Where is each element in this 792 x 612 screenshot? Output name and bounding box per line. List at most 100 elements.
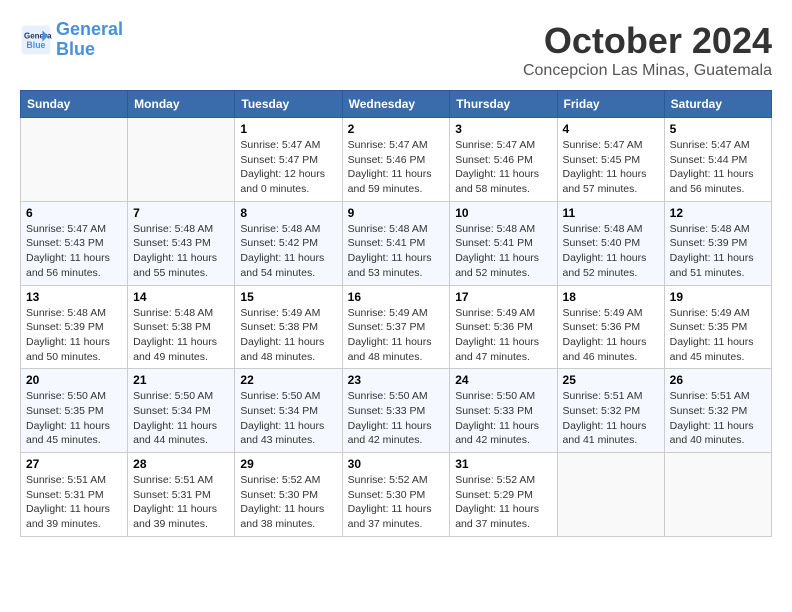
- day-number: 5: [670, 122, 766, 136]
- day-number: 25: [563, 373, 659, 387]
- calendar-week-row: 13 Sunrise: 5:48 AMSunset: 5:39 PMDayligh…: [21, 285, 772, 369]
- calendar-cell: 23 Sunrise: 5:50 AMSunset: 5:33 PMDayligh…: [342, 369, 450, 453]
- day-info: Sunrise: 5:52 AMSunset: 5:30 PMDaylight:…: [240, 473, 336, 532]
- calendar-cell: 29Sunrise: 5:52 AMSunset: 5:30 PMDayligh…: [235, 453, 342, 537]
- logo: General Blue GeneralBlue: [20, 20, 123, 60]
- day-info: Sunrise: 5:47 AMSunset: 5:44 PMDaylight:…: [670, 138, 766, 197]
- day-info: Sunrise: 5:47 AMSunset: 5:43 PMDaylight:…: [26, 222, 122, 281]
- day-number: 19: [670, 290, 766, 304]
- day-info: Sunrise: 5:48 AMSunset: 5:38 PMDaylight:…: [133, 306, 229, 365]
- page-header: General Blue GeneralBlue October 2024 Co…: [20, 20, 772, 80]
- day-info: Sunrise: 5:51 AMSunset: 5:31 PMDaylight:…: [133, 473, 229, 532]
- calendar-cell: 18 Sunrise: 5:49 AMSunset: 5:36 PMDayligh…: [557, 285, 664, 369]
- day-info: Sunrise: 5:47 AMSunset: 5:46 PMDaylight:…: [455, 138, 551, 197]
- day-info: Sunrise: 5:47 AMSunset: 5:47 PMDaylight:…: [240, 138, 336, 197]
- calendar-cell: 27Sunrise: 5:51 AMSunset: 5:31 PMDayligh…: [21, 453, 128, 537]
- day-number: 30: [348, 457, 445, 471]
- calendar-cell: 28Sunrise: 5:51 AMSunset: 5:31 PMDayligh…: [128, 453, 235, 537]
- day-info: Sunrise: 5:52 AMSunset: 5:29 PMDaylight:…: [455, 473, 551, 532]
- calendar-cell: 30 Sunrise: 5:52 AMSunset: 5:30 PMDayligh…: [342, 453, 450, 537]
- day-info: Sunrise: 5:49 AMSunset: 5:35 PMDaylight:…: [670, 306, 766, 365]
- day-number: 13: [26, 290, 122, 304]
- calendar-cell: 11Sunrise: 5:48 AMSunset: 5:40 PMDayligh…: [557, 201, 664, 285]
- day-info: Sunrise: 5:48 AMSunset: 5:40 PMDaylight:…: [563, 222, 659, 281]
- weekday-header: Saturday: [664, 91, 771, 118]
- day-number: 23: [348, 373, 445, 387]
- day-number: 3: [455, 122, 551, 136]
- day-number: 16: [348, 290, 445, 304]
- calendar-cell: 21 Sunrise: 5:50 AMSunset: 5:34 PMDayligh…: [128, 369, 235, 453]
- day-info: Sunrise: 5:48 AMSunset: 5:42 PMDaylight:…: [240, 222, 336, 281]
- day-info: Sunrise: 5:48 AMSunset: 5:39 PMDaylight:…: [26, 306, 122, 365]
- calendar-cell: 6 Sunrise: 5:47 AMSunset: 5:43 PMDaylight…: [21, 201, 128, 285]
- day-number: 17: [455, 290, 551, 304]
- day-number: 10: [455, 206, 551, 220]
- calendar-cell: 14 Sunrise: 5:48 AMSunset: 5:38 PMDayligh…: [128, 285, 235, 369]
- day-info: Sunrise: 5:48 AMSunset: 5:41 PMDaylight:…: [348, 222, 445, 281]
- logo-icon: General Blue: [20, 24, 52, 56]
- title-area: October 2024 Concepcion Las Minas, Guate…: [523, 20, 772, 80]
- calendar-cell: 3 Sunrise: 5:47 AMSunset: 5:46 PMDaylight…: [450, 118, 557, 202]
- day-info: Sunrise: 5:49 AMSunset: 5:36 PMDaylight:…: [563, 306, 659, 365]
- calendar-cell: 22 Sunrise: 5:50 AMSunset: 5:34 PMDayligh…: [235, 369, 342, 453]
- day-number: 8: [240, 206, 336, 220]
- day-info: Sunrise: 5:49 AMSunset: 5:38 PMDaylight:…: [240, 306, 336, 365]
- calendar-week-row: 20 Sunrise: 5:50 AMSunset: 5:35 PMDayligh…: [21, 369, 772, 453]
- day-number: 14: [133, 290, 229, 304]
- day-number: 20: [26, 373, 122, 387]
- weekday-header: Tuesday: [235, 91, 342, 118]
- calendar-cell: 9 Sunrise: 5:48 AMSunset: 5:41 PMDaylight…: [342, 201, 450, 285]
- calendar-cell: 10Sunrise: 5:48 AMSunset: 5:41 PMDayligh…: [450, 201, 557, 285]
- calendar-cell: 26 Sunrise: 5:51 AMSunset: 5:32 PMDayligh…: [664, 369, 771, 453]
- day-info: Sunrise: 5:51 AMSunset: 5:32 PMDaylight:…: [670, 389, 766, 448]
- day-number: 9: [348, 206, 445, 220]
- day-number: 26: [670, 373, 766, 387]
- calendar-cell: 20 Sunrise: 5:50 AMSunset: 5:35 PMDayligh…: [21, 369, 128, 453]
- calendar-cell: [21, 118, 128, 202]
- day-info: Sunrise: 5:49 AMSunset: 5:36 PMDaylight:…: [455, 306, 551, 365]
- day-number: 6: [26, 206, 122, 220]
- month-title: October 2024: [523, 20, 772, 62]
- day-number: 4: [563, 122, 659, 136]
- calendar-week-row: 27Sunrise: 5:51 AMSunset: 5:31 PMDayligh…: [21, 453, 772, 537]
- day-number: 22: [240, 373, 336, 387]
- day-number: 15: [240, 290, 336, 304]
- location-title: Concepcion Las Minas, Guatemala: [523, 62, 772, 80]
- calendar-cell: 16 Sunrise: 5:49 AMSunset: 5:37 PMDayligh…: [342, 285, 450, 369]
- calendar-cell: 25 Sunrise: 5:51 AMSunset: 5:32 PMDayligh…: [557, 369, 664, 453]
- calendar-table: SundayMondayTuesdayWednesdayThursdayFrid…: [20, 90, 772, 537]
- calendar-cell: [128, 118, 235, 202]
- svg-text:Blue: Blue: [26, 40, 45, 50]
- calendar-cell: 12Sunrise: 5:48 AMSunset: 5:39 PMDayligh…: [664, 201, 771, 285]
- day-number: 31: [455, 457, 551, 471]
- calendar-cell: 15 Sunrise: 5:49 AMSunset: 5:38 PMDayligh…: [235, 285, 342, 369]
- day-info: Sunrise: 5:48 AMSunset: 5:39 PMDaylight:…: [670, 222, 766, 281]
- weekday-header: Monday: [128, 91, 235, 118]
- day-info: Sunrise: 5:47 AMSunset: 5:45 PMDaylight:…: [563, 138, 659, 197]
- day-info: Sunrise: 5:50 AMSunset: 5:34 PMDaylight:…: [240, 389, 336, 448]
- day-info: Sunrise: 5:49 AMSunset: 5:37 PMDaylight:…: [348, 306, 445, 365]
- calendar-week-row: 1Sunrise: 5:47 AMSunset: 5:47 PMDaylight…: [21, 118, 772, 202]
- calendar-cell: 2Sunrise: 5:47 AMSunset: 5:46 PMDaylight…: [342, 118, 450, 202]
- calendar-cell: 7Sunrise: 5:48 AMSunset: 5:43 PMDaylight…: [128, 201, 235, 285]
- day-info: Sunrise: 5:51 AMSunset: 5:32 PMDaylight:…: [563, 389, 659, 448]
- calendar-cell: 1Sunrise: 5:47 AMSunset: 5:47 PMDaylight…: [235, 118, 342, 202]
- calendar-cell: 5 Sunrise: 5:47 AMSunset: 5:44 PMDaylight…: [664, 118, 771, 202]
- calendar-cell: 8 Sunrise: 5:48 AMSunset: 5:42 PMDaylight…: [235, 201, 342, 285]
- weekday-header: Sunday: [21, 91, 128, 118]
- day-info: Sunrise: 5:50 AMSunset: 5:33 PMDaylight:…: [348, 389, 445, 448]
- calendar-cell: [557, 453, 664, 537]
- day-number: 21: [133, 373, 229, 387]
- day-number: 18: [563, 290, 659, 304]
- calendar-cell: 4 Sunrise: 5:47 AMSunset: 5:45 PMDaylight…: [557, 118, 664, 202]
- day-number: 2: [348, 122, 445, 136]
- day-info: Sunrise: 5:50 AMSunset: 5:34 PMDaylight:…: [133, 389, 229, 448]
- calendar-cell: 17 Sunrise: 5:49 AMSunset: 5:36 PMDayligh…: [450, 285, 557, 369]
- day-info: Sunrise: 5:52 AMSunset: 5:30 PMDaylight:…: [348, 473, 445, 532]
- calendar-cell: 13 Sunrise: 5:48 AMSunset: 5:39 PMDayligh…: [21, 285, 128, 369]
- calendar-week-row: 6 Sunrise: 5:47 AMSunset: 5:43 PMDaylight…: [21, 201, 772, 285]
- weekday-header: Thursday: [450, 91, 557, 118]
- weekday-header: Friday: [557, 91, 664, 118]
- day-info: Sunrise: 5:50 AMSunset: 5:35 PMDaylight:…: [26, 389, 122, 448]
- day-info: Sunrise: 5:50 AMSunset: 5:33 PMDaylight:…: [455, 389, 551, 448]
